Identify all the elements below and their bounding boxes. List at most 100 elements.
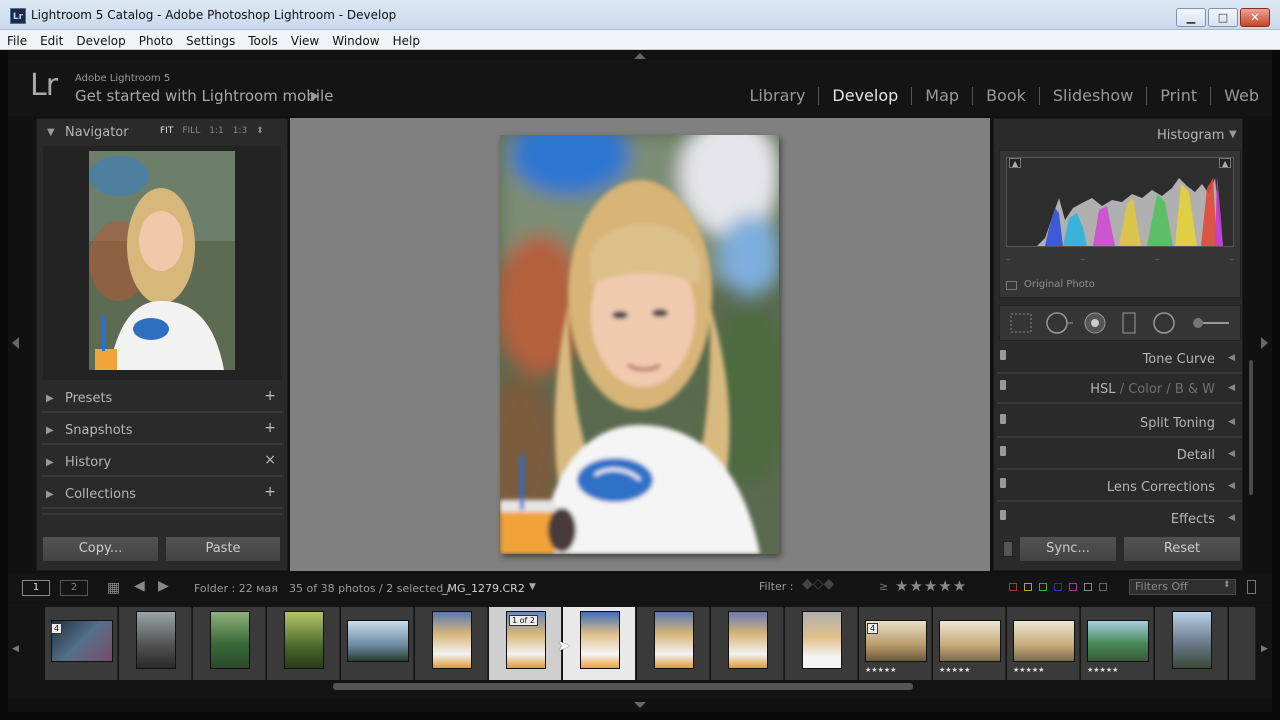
panel-switch-icon[interactable]: [1000, 510, 1006, 520]
paste-settings-button[interactable]: Paste: [165, 536, 281, 562]
flag-filter-icons[interactable]: ◆◇◆: [802, 576, 834, 592]
panel-history[interactable]: ▶ History ×: [42, 449, 282, 477]
zoom-stepper-icon[interactable]: ⬍: [256, 126, 264, 136]
filmstrip-cell[interactable]: 4 ★★★★★: [859, 607, 932, 680]
zoom-fill[interactable]: FILL: [182, 126, 200, 136]
original-photo-checkbox[interactable]: [1006, 281, 1017, 290]
zoom-1-1[interactable]: 1:1: [209, 126, 223, 136]
filmstrip-cell[interactable]: ★★★★★: [1007, 607, 1080, 680]
shadow-clipping-toggle[interactable]: ▲: [1009, 158, 1021, 168]
histogram-collapse-icon[interactable]: ▼: [1229, 129, 1237, 140]
grid-view-icon[interactable]: ▦: [107, 580, 120, 596]
filmstrip-cell-active[interactable]: [563, 607, 636, 680]
filmstrip-scrollbar[interactable]: [333, 683, 913, 690]
filmstrip-scroll-left-icon[interactable]: ◀: [12, 644, 19, 654]
filmstrip-scroll-right-icon[interactable]: ▶: [1261, 644, 1268, 654]
bw-tab[interactable]: B & W: [1175, 382, 1215, 397]
menu-view[interactable]: View: [284, 32, 325, 48]
panel-presets[interactable]: ▶ Presets +: [42, 385, 282, 413]
clear-history-icon[interactable]: ×: [264, 452, 276, 468]
bottom-panel-toggle-icon[interactable]: [634, 702, 646, 708]
minimize-button[interactable]: ▁: [1176, 8, 1206, 27]
menu-tools[interactable]: Tools: [241, 32, 284, 48]
zoom-fit[interactable]: FIT: [160, 126, 173, 136]
panel-detail[interactable]: Detail ◀: [997, 442, 1241, 470]
stack-count-badge[interactable]: 4: [867, 623, 879, 634]
stack-count-badge[interactable]: 4: [51, 623, 63, 634]
color-label-blue[interactable]: [1054, 583, 1062, 591]
panel-lens-corrections[interactable]: Lens Corrections ◀: [997, 474, 1241, 502]
filmstrip-cell[interactable]: ★★★★★: [933, 607, 1006, 680]
reset-button[interactable]: Reset: [1123, 536, 1241, 562]
filename-dropdown-icon[interactable]: ▼: [529, 582, 536, 592]
right-panel-toggle-icon[interactable]: [1261, 337, 1268, 349]
filmstrip-cell[interactable]: [785, 607, 858, 680]
close-button[interactable]: ✕: [1240, 8, 1270, 27]
menu-window[interactable]: Window: [325, 32, 385, 48]
mobile-prompt-link[interactable]: Get started with Lightroom mobile: [75, 87, 333, 105]
menu-photo[interactable]: Photo: [132, 32, 179, 48]
color-label-red[interactable]: [1009, 583, 1017, 591]
menu-edit[interactable]: Edit: [33, 32, 69, 48]
module-map[interactable]: Map: [912, 86, 972, 105]
filmstrip-cell[interactable]: [711, 607, 784, 680]
previous-photo-icon[interactable]: ◀: [134, 578, 145, 594]
top-panel-toggle-icon[interactable]: [634, 53, 646, 59]
main-photo[interactable]: [500, 135, 779, 554]
panel-switch-icon[interactable]: [1000, 414, 1006, 424]
left-panel-toggle-icon[interactable]: [12, 337, 19, 349]
menu-file[interactable]: File: [0, 32, 33, 48]
color-tab[interactable]: Color: [1128, 382, 1162, 397]
module-web[interactable]: Web: [1211, 86, 1272, 105]
sync-button[interactable]: Sync...: [1019, 536, 1117, 562]
sync-mode-switch[interactable]: [1003, 541, 1013, 557]
secondary-window-button[interactable]: 2: [60, 580, 88, 596]
hsl-tab[interactable]: HSL: [1090, 382, 1115, 397]
folder-source[interactable]: Folder : 22 мая: [194, 582, 278, 595]
color-label-none[interactable]: [1099, 583, 1107, 591]
filmstrip-cell[interactable]: [193, 607, 266, 680]
filmstrip-cell[interactable]: [341, 607, 414, 680]
color-label-yellow[interactable]: [1024, 583, 1032, 591]
panel-effects[interactable]: Effects ◀: [997, 506, 1241, 534]
zoom-1-3[interactable]: 1:3: [233, 126, 247, 136]
panel-hsl[interactable]: HSL / Color / B & W ◀: [997, 376, 1241, 404]
module-slideshow[interactable]: Slideshow: [1040, 86, 1146, 105]
add-snapshot-icon[interactable]: +: [264, 420, 276, 436]
navigator-preview-image[interactable]: [89, 151, 235, 370]
histogram-graph[interactable]: [1006, 157, 1234, 247]
module-library[interactable]: Library: [736, 86, 818, 105]
menu-settings[interactable]: Settings: [179, 32, 241, 48]
panel-switch-icon[interactable]: [1000, 350, 1006, 360]
panel-snapshots[interactable]: ▶ Snapshots +: [42, 417, 282, 445]
filmstrip-cell[interactable]: [637, 607, 710, 680]
play-icon[interactable]: ▶: [311, 89, 319, 102]
copy-settings-button[interactable]: Copy...: [42, 536, 159, 562]
filmstrip-cell[interactable]: [267, 607, 340, 680]
rating-filter-stars[interactable]: ★★★★★: [895, 577, 967, 595]
navigator-collapse-icon[interactable]: ▼: [47, 127, 55, 138]
filmstrip-cell[interactable]: ★★★★★: [1081, 607, 1154, 680]
panel-split-toning[interactable]: Split Toning ◀: [997, 410, 1241, 438]
add-preset-icon[interactable]: +: [264, 388, 276, 404]
filmstrip-cell-selected[interactable]: 1 of 2: [489, 607, 562, 680]
panel-switch-icon[interactable]: [1000, 478, 1006, 488]
filmstrip-cell[interactable]: [119, 607, 192, 680]
module-print[interactable]: Print: [1147, 86, 1210, 105]
highlight-clipping-toggle[interactable]: ▲: [1219, 158, 1231, 168]
menu-develop[interactable]: Develop: [69, 32, 131, 48]
panel-switch-icon[interactable]: [1000, 446, 1006, 456]
right-panel-scrollbar[interactable]: [1249, 360, 1253, 495]
filter-dropdown-icon[interactable]: ⬍: [1223, 580, 1231, 590]
menu-help[interactable]: Help: [386, 32, 426, 48]
maximize-button[interactable]: □: [1208, 8, 1238, 27]
filmstrip-cell[interactable]: 4: [45, 607, 118, 680]
add-collection-icon[interactable]: +: [264, 484, 276, 500]
filter-lock-icon[interactable]: [1247, 580, 1256, 594]
panel-collections[interactable]: ▶ Collections +: [42, 481, 282, 509]
module-develop[interactable]: Develop: [819, 86, 911, 105]
primary-window-button[interactable]: 1: [22, 580, 50, 596]
current-filename[interactable]: _MG_1279.CR2: [442, 582, 525, 595]
rating-operator[interactable]: ≥: [879, 580, 888, 593]
color-label-green[interactable]: [1039, 583, 1047, 591]
